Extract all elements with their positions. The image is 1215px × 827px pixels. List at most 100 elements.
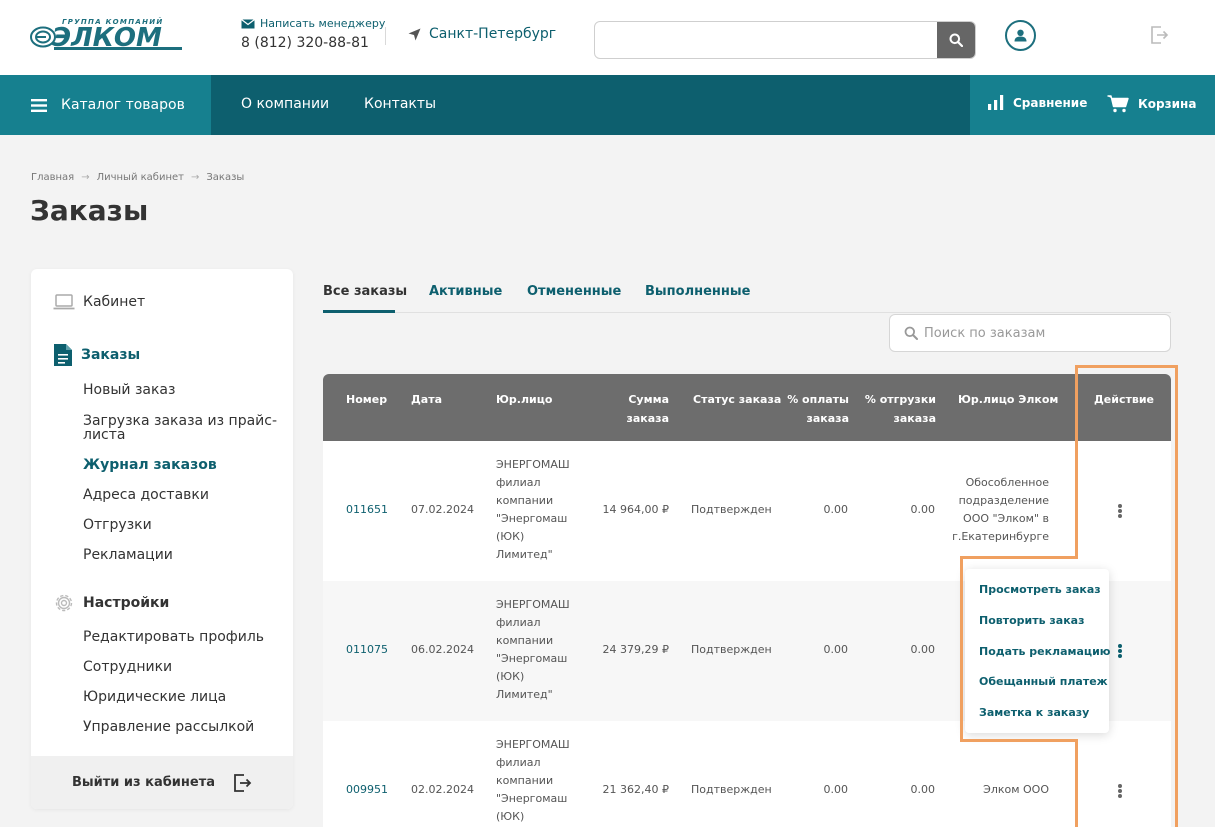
breadcrumb-home[interactable]: Главная bbox=[31, 172, 74, 183]
catalog-button[interactable]: Каталог товаров bbox=[0, 75, 211, 135]
document-icon bbox=[54, 344, 72, 366]
more-vertical-icon[interactable] bbox=[1114, 502, 1126, 520]
sidebar-item-employees[interactable]: Сотрудники bbox=[83, 660, 172, 674]
elkom-logo[interactable]: ГРУППА КОМПАНИЙ ЭЛКОМ bbox=[30, 18, 182, 53]
sidebar-item-orders[interactable]: Заказы bbox=[53, 344, 140, 366]
site-search bbox=[594, 21, 976, 59]
profile-button[interactable] bbox=[1005, 20, 1036, 51]
write-manager-link[interactable]: Написать менеджеру bbox=[241, 17, 385, 30]
col-shipped[interactable]: % отгрузки заказа bbox=[865, 390, 936, 428]
highlight-outline bbox=[1075, 365, 1078, 559]
highlight-outline bbox=[1075, 365, 1178, 368]
location-arrow-icon bbox=[408, 28, 421, 40]
site-search-button[interactable] bbox=[937, 22, 975, 58]
orders-table-header: Номер Дата Юр.лицо Сумма заказа Статус з… bbox=[323, 374, 1171, 441]
sidebar-cabinet-label: Кабинет bbox=[83, 294, 146, 310]
sidebar-item-new-order[interactable]: Новый заказ bbox=[83, 383, 175, 397]
col-entity[interactable]: Юр.лицо bbox=[496, 390, 552, 409]
highlight-outline bbox=[960, 556, 1078, 559]
col-status[interactable]: Статус заказа bbox=[693, 390, 781, 409]
cart-icon bbox=[1107, 95, 1129, 113]
order-action-menu: Просмотреть заказ Повторить заказ Подать… bbox=[965, 569, 1110, 733]
site-search-input[interactable] bbox=[595, 22, 939, 58]
sidebar-item-shipments[interactable]: Отгрузки bbox=[83, 518, 152, 532]
order-search-input[interactable] bbox=[924, 315, 1164, 351]
highlight-outline bbox=[1175, 365, 1178, 827]
order-date: 02.02.2024 bbox=[411, 783, 474, 796]
active-tab-indicator bbox=[323, 310, 395, 313]
sidebar-item-orders-journal[interactable]: Журнал заказов bbox=[83, 458, 217, 472]
sidebar-item-cabinet[interactable]: Кабинет bbox=[53, 294, 145, 310]
sidebar-item-claims[interactable]: Рекламации bbox=[83, 548, 173, 562]
order-shipped: 0.00 bbox=[910, 783, 936, 796]
order-paid: 0.00 bbox=[823, 503, 849, 516]
logout-icon bbox=[234, 773, 252, 792]
order-elkom-entity: Элком ООО bbox=[983, 783, 1049, 796]
sidebar-item-mailing[interactable]: Управление рассылкой bbox=[83, 720, 254, 734]
tab-cancelled[interactable]: Отмененные bbox=[527, 284, 621, 299]
phone-number[interactable]: 8 (812) 320-88-81 bbox=[241, 35, 385, 51]
nav-about-link[interactable]: О компании bbox=[241, 96, 329, 112]
col-elkom-entity[interactable]: Юр.лицо Элком bbox=[958, 390, 1058, 409]
envelope-icon bbox=[241, 18, 255, 28]
highlight-outline bbox=[960, 556, 963, 742]
order-shipped: 0.00 bbox=[910, 643, 936, 656]
order-paid: 0.00 bbox=[823, 643, 849, 656]
cart-label: Корзина bbox=[1138, 97, 1197, 111]
order-number-link[interactable]: 011075 bbox=[346, 641, 388, 659]
table-row: 011651 07.02.2024 ЭНЕРГОМАШ филиал компа… bbox=[323, 441, 1171, 581]
order-entity: ЭНЕРГОМАШ филиал компании "Энергомаш (ЮК… bbox=[496, 738, 570, 823]
laptop-icon bbox=[53, 294, 75, 310]
menu-item-file-claim[interactable]: Подать рекламацию bbox=[979, 645, 1110, 658]
col-number[interactable]: Номер bbox=[346, 390, 387, 409]
cart-button[interactable]: Корзина bbox=[1107, 95, 1196, 113]
order-sum: 14 964,00 ₽ bbox=[602, 503, 669, 516]
col-date[interactable]: Дата bbox=[411, 390, 442, 409]
header-logout-button[interactable] bbox=[1150, 26, 1169, 48]
sidebar-logout-button[interactable]: Выйти из кабинета bbox=[31, 756, 293, 809]
order-date: 07.02.2024 bbox=[411, 503, 474, 516]
tab-completed[interactable]: Выполненные bbox=[645, 284, 750, 299]
breadcrumb-current: Заказы bbox=[206, 172, 245, 183]
order-number-link[interactable]: 009951 bbox=[346, 781, 388, 799]
menu-item-order-note[interactable]: Заметка к заказу bbox=[979, 706, 1089, 719]
more-vertical-icon[interactable] bbox=[1114, 782, 1126, 800]
user-icon bbox=[1014, 29, 1027, 42]
sidebar-item-edit-profile[interactable]: Редактировать профиль bbox=[83, 630, 264, 644]
sidebar-item-legal-entities[interactable]: Юридические лица bbox=[83, 690, 226, 704]
more-vertical-icon[interactable] bbox=[1114, 642, 1126, 660]
tab-all-orders[interactable]: Все заказы bbox=[323, 284, 407, 299]
write-manager-label: Написать менеджеру bbox=[260, 17, 386, 30]
sidebar-item-upload-order[interactable]: Загрузка заказа из прайс- листа bbox=[83, 414, 277, 442]
sidebar-item-settings[interactable]: Настройки bbox=[53, 592, 169, 614]
col-action: Действие bbox=[1094, 393, 1154, 406]
search-icon bbox=[904, 326, 918, 340]
sidebar-settings-label: Настройки bbox=[83, 595, 170, 611]
col-sum[interactable]: Сумма заказа bbox=[626, 390, 669, 428]
search-icon bbox=[949, 33, 963, 47]
page-title: Заказы bbox=[30, 194, 149, 227]
compare-button[interactable]: Сравнение bbox=[988, 95, 1087, 110]
gear-icon bbox=[55, 594, 73, 612]
col-paid[interactable]: % оплаты заказа bbox=[787, 390, 849, 428]
sidebar-item-delivery-addresses[interactable]: Адреса доставки bbox=[83, 488, 209, 502]
menu-item-view-order[interactable]: Просмотреть заказ bbox=[979, 583, 1101, 596]
city-selector[interactable]: Санкт-Петербург bbox=[408, 26, 556, 42]
order-sum: 21 362,40 ₽ bbox=[602, 783, 669, 796]
order-date: 06.02.2024 bbox=[411, 643, 474, 656]
breadcrumb-arrow-icon: → bbox=[190, 172, 200, 183]
order-number-link[interactable]: 011651 bbox=[346, 501, 388, 519]
compare-label: Сравнение bbox=[1013, 95, 1088, 110]
order-status: Подтвержден bbox=[691, 503, 772, 516]
tab-active[interactable]: Активные bbox=[429, 284, 502, 299]
manager-contact: Написать менеджеру 8 (812) 320-88-81 bbox=[241, 17, 385, 51]
nav-contacts-link[interactable]: Контакты bbox=[364, 96, 436, 112]
menu-item-repeat-order[interactable]: Повторить заказ bbox=[979, 614, 1085, 627]
menu-item-promised-payment[interactable]: Обещанный платеж bbox=[979, 675, 1108, 688]
breadcrumb-cabinet[interactable]: Личный кабинет bbox=[97, 172, 184, 183]
site-header: ГРУППА КОМПАНИЙ ЭЛКОМ Написать менеджеру… bbox=[0, 0, 1215, 75]
logo-underline bbox=[54, 47, 182, 50]
breadcrumb-arrow-icon: → bbox=[81, 172, 90, 183]
city-label: Санкт-Петербург bbox=[429, 26, 557, 42]
logout-icon bbox=[1151, 26, 1169, 44]
